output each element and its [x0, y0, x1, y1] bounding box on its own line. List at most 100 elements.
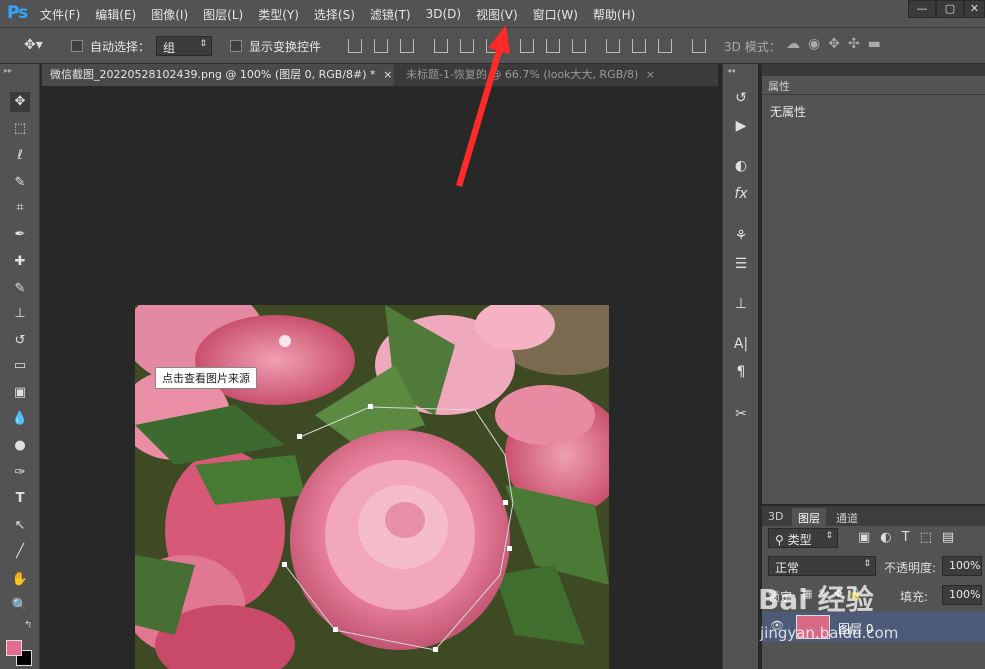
eraser-tool-icon[interactable]: ▭ — [10, 356, 30, 376]
collapse-icon[interactable]: ◂◂ — [727, 66, 735, 75]
tab-layers[interactable]: 图层 — [792, 508, 826, 528]
move-tool-preset-icon[interactable]: ✥▾ — [24, 37, 43, 53]
collapse-icon[interactable]: ▸▸ — [4, 66, 12, 75]
actions-panel-icon[interactable]: ▶ — [731, 118, 751, 138]
adjustments-panel-icon[interactable]: ◐ — [731, 158, 751, 178]
divider — [762, 94, 985, 95]
brush-presets-panel-icon[interactable]: ☰ — [731, 256, 751, 276]
path-select-tool-icon[interactable]: ↖ — [10, 516, 30, 536]
fill-label: 填充: — [900, 590, 929, 604]
crop-tool-icon[interactable]: ⌗ — [10, 198, 30, 218]
brush-panel-icon[interactable]: ⚘ — [731, 228, 751, 248]
auto-select-value: 组 — [163, 41, 176, 55]
styles-panel-icon[interactable]: fx — [731, 186, 751, 206]
auto-select-dropdown[interactable]: 组 ⇕ — [156, 36, 212, 56]
blur-tool-icon[interactable]: 💧 — [10, 409, 30, 429]
paragraph-panel-icon[interactable]: ¶ — [731, 364, 751, 384]
menu-window[interactable]: 窗口(W) — [533, 6, 578, 23]
mode-3d-icons[interactable]: ☁◉✥✣▬ — [786, 36, 889, 52]
mode-3d-label: 3D 模式： — [724, 40, 781, 54]
align-bottom-icon[interactable] — [400, 39, 414, 53]
menu-edit[interactable]: 编辑(E) — [95, 6, 136, 23]
pen-tool-icon[interactable]: ✑ — [10, 463, 30, 483]
distribute-top-icon[interactable] — [520, 39, 534, 53]
dodge-tool-icon[interactable]: ● — [10, 436, 30, 456]
tab-document-2-label: 未标题-1-恢复的 @ 66.7% (look大大, RGB/8) — [406, 68, 639, 81]
eyedropper-tool-icon[interactable]: ✒ — [10, 225, 30, 245]
lasso-tool-icon[interactable]: ℓ — [10, 146, 30, 166]
watermark-brand: Bai 经验 — [758, 583, 874, 616]
menu-select[interactable]: 选择(S) — [314, 6, 355, 23]
close-icon[interactable]: × — [646, 68, 655, 81]
restore-button[interactable]: ▢ — [936, 0, 964, 18]
annotation-arrow — [456, 25, 510, 187]
distribute-vcenter-icon[interactable] — [546, 39, 560, 53]
panel-header-strip — [762, 64, 985, 76]
move-tool-icon[interactable]: ✥ — [10, 92, 30, 112]
app-logo: Ps — [7, 3, 28, 23]
close-icon[interactable]: × — [383, 68, 392, 81]
distribute-right-icon[interactable] — [658, 39, 672, 53]
history-panel-icon[interactable]: ↺ — [731, 90, 751, 110]
tab-document-1[interactable]: 微信截图_20220528102439.png @ 100% (图层 0, RG… — [42, 64, 394, 86]
quick-select-tool-icon[interactable]: ✎ — [10, 173, 30, 193]
history-brush-tool-icon[interactable]: ↺ — [10, 331, 30, 351]
camellia-photo[interactable] — [135, 305, 609, 669]
distribute-left-icon[interactable] — [606, 39, 620, 53]
tool-presets-panel-icon[interactable]: ✂ — [731, 406, 751, 426]
show-transform-checkbox[interactable] — [230, 40, 242, 52]
menu-layer[interactable]: 图层(L) — [203, 6, 243, 23]
menu-image[interactable]: 图像(I) — [151, 6, 188, 23]
menu-type[interactable]: 类型(Y) — [258, 6, 299, 23]
opacity-input[interactable]: 100% — [942, 556, 982, 576]
panel-dock: ◂◂ ↺ ▶ ◐ fx ⚘ ☰ ⊥ A| ¶ ✂ — [722, 64, 758, 669]
minimize-button[interactable]: — — [908, 0, 936, 18]
auto-select-checkbox[interactable] — [71, 40, 83, 52]
distribute-hcenter-icon[interactable] — [632, 39, 646, 53]
menu-help[interactable]: 帮助(H) — [593, 6, 635, 23]
auto-select-label: 自动选择： — [90, 40, 151, 54]
foreground-color-swatch[interactable] — [6, 640, 22, 656]
swap-colors-icon[interactable]: ↰ — [24, 620, 32, 631]
menu-items: 文件(F) 编辑(E) 图像(I) 图层(L) 类型(Y) 选择(S) 滤镜(T… — [40, 0, 650, 28]
menu-3d[interactable]: 3D(D) — [426, 7, 461, 21]
chevron-down-icon: ⇕ — [825, 531, 833, 541]
tab-properties[interactable]: 属性 — [762, 76, 822, 94]
align-vcenter-icon[interactable] — [374, 39, 388, 53]
image-source-tooltip[interactable]: 点击查看图片来源 — [155, 367, 257, 389]
filter-icons[interactable]: ▣◐T⬚▤ — [858, 530, 964, 545]
line-tool-icon[interactable]: ╱ — [10, 542, 30, 562]
tab-document-2[interactable]: 未标题-1-恢复的 @ 66.7% (look大大, RGB/8) × — [398, 64, 663, 86]
distribute-bottom-icon[interactable] — [572, 39, 586, 53]
properties-title: 属性 — [768, 80, 790, 93]
healing-brush-tool-icon[interactable]: ✚ — [10, 252, 30, 272]
camellia-photo-art — [135, 305, 609, 669]
tab-3d[interactable]: 3D — [768, 510, 783, 523]
clone-source-panel-icon[interactable]: ⊥ — [731, 296, 751, 316]
menu-file[interactable]: 文件(F) — [40, 6, 80, 23]
tools-panel: ▸▸ ✥ ⬚ ℓ ✎ ⌗ ✒ ✚ ✎ ⊥ ↺ ▭ ▣ 💧 ● ✑ T ↖ ╱ ✋… — [0, 64, 40, 669]
align-left-icon[interactable] — [434, 39, 448, 53]
hand-tool-icon[interactable]: ✋ — [10, 570, 30, 590]
menu-filter[interactable]: 滤镜(T) — [370, 6, 411, 23]
opacity-label: 不透明度: — [884, 561, 937, 575]
close-window-button[interactable]: ✕ — [964, 0, 985, 18]
fill-input[interactable]: 100% — [942, 585, 982, 605]
gradient-tool-icon[interactable]: ▣ — [10, 383, 30, 403]
tab-channels[interactable]: 通道 — [836, 510, 858, 526]
marquee-tool-icon[interactable]: ⬚ — [10, 119, 30, 139]
auto-align-icon[interactable] — [692, 39, 706, 53]
zoom-tool-icon[interactable]: 🔍 — [10, 596, 30, 616]
search-icon: ⚲ — [775, 533, 784, 547]
align-buttons — [348, 39, 706, 53]
blend-mode-dropdown[interactable]: 正常 ⇕ — [768, 556, 876, 576]
character-panel-icon[interactable]: A| — [731, 336, 751, 356]
clone-stamp-tool-icon[interactable]: ⊥ — [10, 304, 30, 324]
no-properties-text: 无属性 — [770, 105, 807, 119]
brush-tool-icon[interactable]: ✎ — [10, 279, 30, 299]
type-tool-icon[interactable]: T — [10, 489, 30, 509]
document-tabs: 微信截图_20220528102439.png @ 100% (图层 0, RG… — [42, 64, 718, 86]
align-top-icon[interactable] — [348, 39, 362, 53]
show-transform-label: 显示变换控件 — [249, 40, 322, 54]
layer-filter-dropdown[interactable]: ⚲ 类型 ⇕ — [768, 528, 838, 548]
